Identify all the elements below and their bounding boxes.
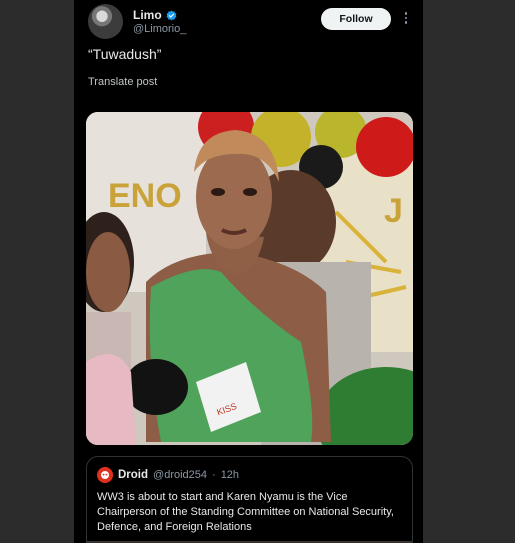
quoted-author-handle[interactable]: @droid254 <box>153 469 207 481</box>
author-handle[interactable]: @Limorio_ <box>133 23 186 35</box>
verified-badge-icon <box>166 10 177 20</box>
svg-text:ENO: ENO <box>108 177 182 215</box>
right-backdrop <box>423 0 515 543</box>
post-text: “Tuwadush” <box>88 46 162 62</box>
video-frame-image: ENO J KISS <box>86 112 413 445</box>
quoted-post-header: Droid @droid254 · 12h <box>97 467 239 483</box>
author-avatar[interactable] <box>88 4 123 39</box>
robot-face-icon <box>101 471 109 479</box>
left-backdrop <box>0 0 74 543</box>
translate-post-link[interactable]: Translate post <box>88 76 157 88</box>
post-card: Limo @Limorio_ Follow “Tuwadush” Transla… <box>74 0 423 543</box>
quoted-author-name[interactable]: Droid <box>118 469 148 481</box>
quoted-post[interactable]: Droid @droid254 · 12h WW3 is about to st… <box>86 456 413 543</box>
quoted-author-avatar[interactable] <box>97 467 113 483</box>
author-display-name[interactable]: Limo <box>133 8 162 22</box>
quoted-separator: · <box>212 469 216 481</box>
follow-button[interactable]: Follow <box>321 8 391 30</box>
author-name-row: Limo <box>133 8 177 22</box>
quoted-timestamp[interactable]: 12h <box>221 469 239 481</box>
svg-text:J: J <box>384 192 403 230</box>
post-header: Limo @Limorio_ Follow <box>86 4 411 40</box>
quoted-post-text: WW3 is about to start and Karen Nyamu is… <box>97 491 394 533</box>
more-options-icon[interactable] <box>401 12 411 26</box>
video-media[interactable]: ENO J KISS <box>86 112 413 445</box>
